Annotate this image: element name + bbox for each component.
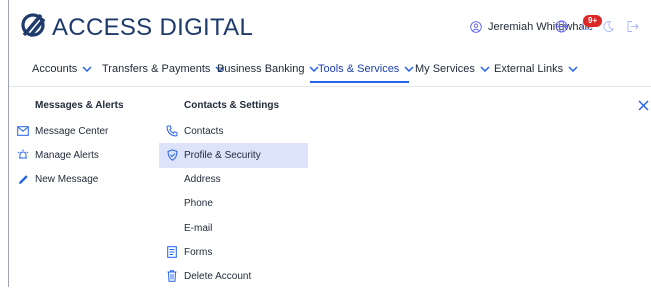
chevron-down-icon [82,66,92,72]
menu-item-label: Manage Alerts [35,149,99,161]
menu-item-new-message[interactable]: New Message [16,167,98,191]
contacts-settings-heading: Contacts & Settings [184,100,280,111]
menu-item-label: Forms [184,246,213,258]
active-tab-indicator [310,81,409,83]
nav-label: Accounts [32,63,78,75]
menu-item-label: Contacts [184,125,224,137]
menu-item-manage-alerts[interactable]: Manage Alerts [16,143,99,167]
nav-label: Transfers & Payments [102,63,211,75]
close-icon [638,100,649,111]
menu-item-label: Profile & Security [184,149,261,161]
user-name: Jeremiah Whitewhale [488,21,594,33]
menu-item-label: E-mail [184,222,213,234]
envelope-icon [16,124,30,138]
nav-tools-services[interactable]: Tools & Services [318,63,414,75]
notification-badge: 9+ [583,15,603,27]
close-menu-button[interactable] [638,98,649,116]
user-icon [470,21,482,33]
menu-item-label: Delete Account [184,270,252,282]
nav-business-banking[interactable]: Business Banking [217,63,319,75]
logo-mark-icon [20,12,46,43]
nav-my-services[interactable]: My Services [415,63,490,75]
menu-item-email[interactable]: E-mail [184,216,212,240]
nav-divider [9,86,651,87]
menu-item-label: Address [184,173,221,185]
nav-transfers-payments[interactable]: Transfers & Payments [102,63,225,75]
menu-item-contacts[interactable]: Contacts [165,119,223,143]
phone-icon [165,124,179,138]
alarm-icon [16,148,30,162]
messages-alerts-heading: Messages & Alerts [35,100,124,111]
pencil-icon [16,172,30,186]
moon-icon[interactable] [602,20,615,38]
nav-accounts[interactable]: Accounts [32,63,92,75]
header: ACCESS DIGITAL Jeremiah Whitewhale 9+ [0,0,651,56]
chevron-down-icon [404,66,414,72]
menu-item-message-center[interactable]: Message Center [16,119,108,143]
menu-item-forms[interactable]: Forms [165,240,212,264]
menu-item-label: Message Center [35,125,109,137]
brand-logo[interactable]: ACCESS DIGITAL [20,12,253,43]
user-profile[interactable]: Jeremiah Whitewhale [470,21,593,33]
nav-label: My Services [415,63,475,75]
main-nav: Accounts Transfers & Payments Business B… [0,56,651,84]
globe-icon[interactable] [555,20,568,38]
menu-item-delete-account[interactable]: Delete Account [165,264,251,288]
nav-external-links[interactable]: External Links [494,63,578,75]
document-icon [165,245,179,259]
chevron-down-icon [480,66,490,72]
brand-name: ACCESS DIGITAL [52,13,254,41]
nav-label: External Links [494,63,564,75]
menu-item-phone[interactable]: Phone [184,191,213,215]
menu-item-address[interactable]: Address [184,167,221,191]
shield-icon [165,148,179,162]
menu-item-label: New Message [35,173,99,185]
logout-icon[interactable] [626,20,639,38]
menu-item-profile-security[interactable]: Profile & Security [165,143,261,167]
nav-label: Tools & Services [318,63,400,75]
nav-label: Business Banking [217,63,305,75]
menu-item-label: Phone [184,197,213,209]
chevron-down-icon [568,66,578,72]
trash-icon [165,269,179,283]
